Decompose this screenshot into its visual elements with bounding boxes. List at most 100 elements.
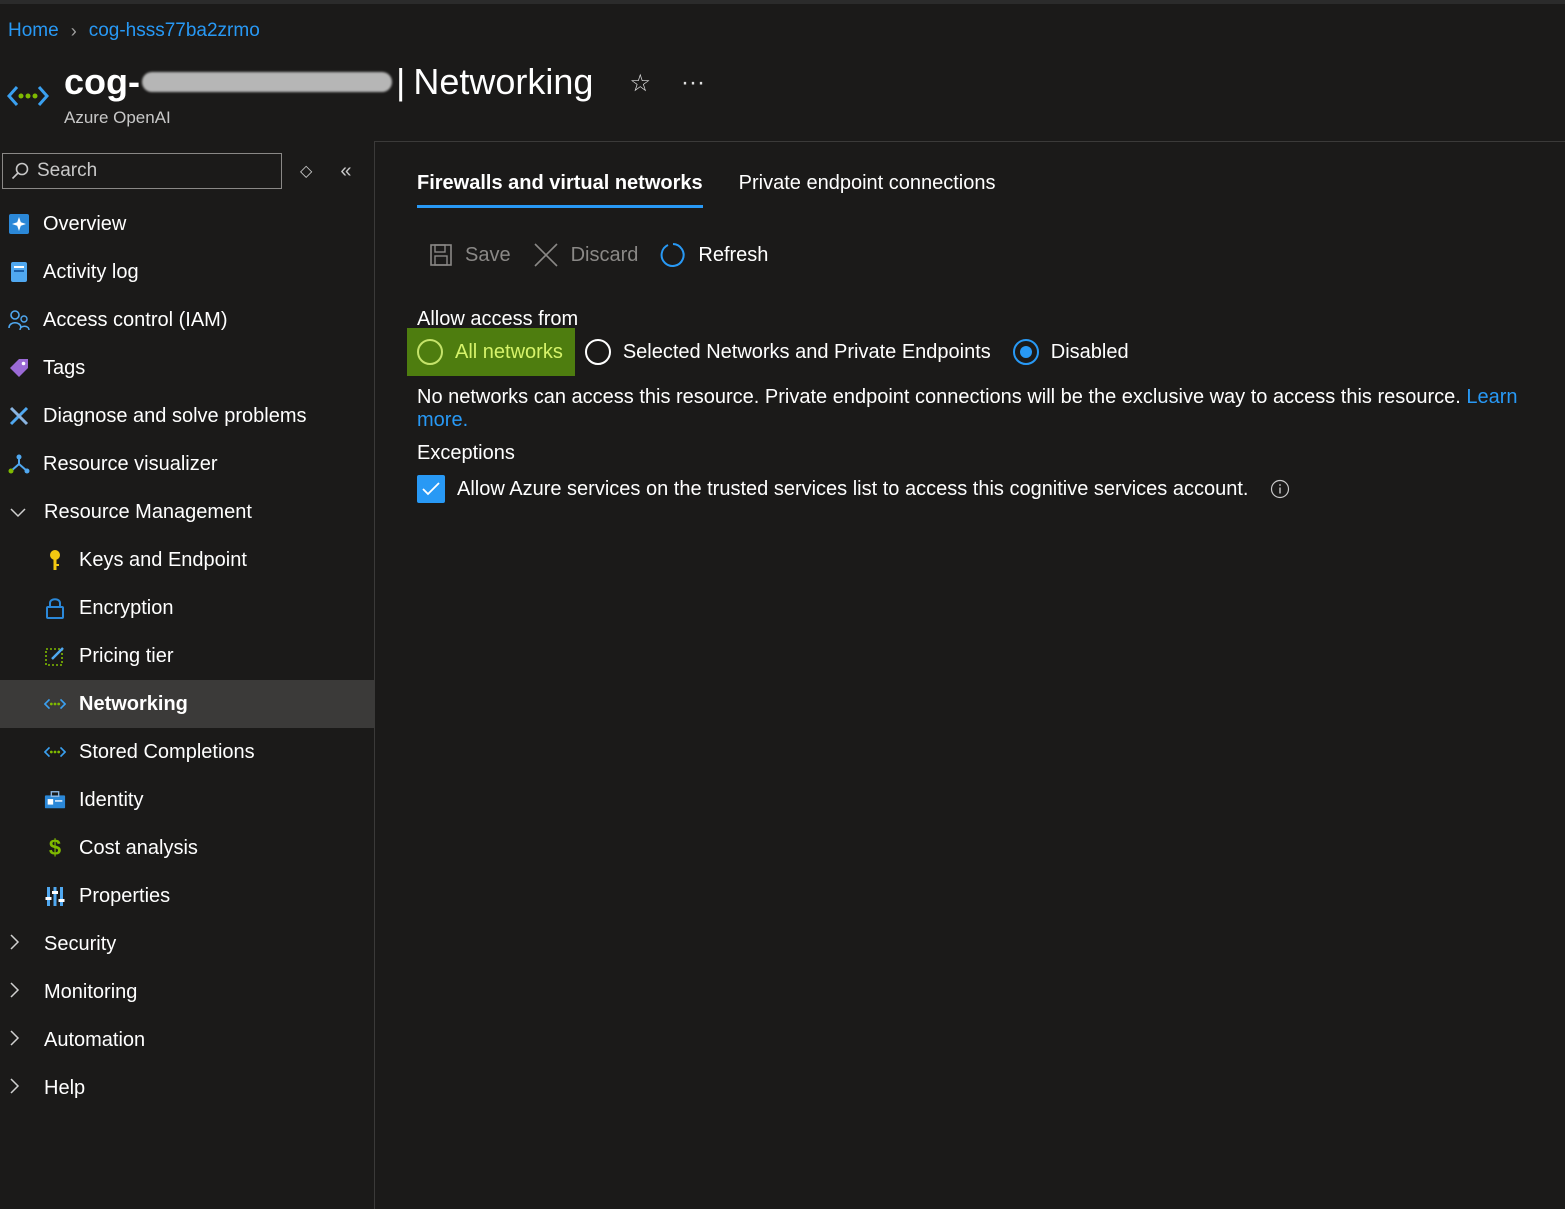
chevron-right-icon — [10, 981, 26, 1003]
sidebar-item-diagnose[interactable]: Diagnose and solve problems — [0, 392, 374, 440]
radio-disabled[interactable]: Disabled — [1003, 328, 1141, 376]
sidebar-item-cost-analysis[interactable]: $ Cost analysis — [0, 824, 374, 872]
sidebar-item-encryption[interactable]: Encryption — [0, 584, 374, 632]
sidebar-group-security[interactable]: Security — [0, 920, 374, 968]
radio-label: All networks — [455, 340, 563, 363]
sidebar-item-label: Activity log — [43, 260, 139, 283]
top-strip — [0, 0, 1565, 4]
sidebar-item-activity-log[interactable]: Activity log — [0, 248, 374, 296]
activity-log-icon — [8, 261, 30, 283]
sidebar-item-networking[interactable]: Networking — [0, 680, 374, 728]
sidebar-item-overview[interactable]: Overview — [0, 200, 374, 248]
sidebar-item-label: Tags — [43, 356, 86, 379]
radio-all-networks[interactable]: All networks — [407, 328, 575, 376]
refresh-button[interactable]: Refresh — [660, 242, 768, 268]
radio-circle[interactable] — [417, 339, 443, 365]
sidebar-item-access-control[interactable]: Access control (IAM) — [0, 296, 374, 344]
sidebar-item-label: Encryption — [79, 596, 174, 619]
sidebar: ◇ « Overview Activity log Access control… — [0, 140, 374, 1209]
save-button[interactable]: Save — [429, 243, 511, 267]
key-icon — [44, 549, 66, 571]
search-icon — [11, 162, 29, 180]
sidebar-item-label: Resource visualizer — [43, 452, 218, 475]
networking-icon — [44, 741, 66, 763]
page-header: cog- | Networking ☆ ··· Azure OpenAI — [6, 60, 705, 130]
sidebar-item-label: Properties — [79, 884, 171, 907]
tab-firewalls[interactable]: Firewalls and virtual networks — [417, 172, 703, 208]
refresh-label: Refresh — [698, 243, 769, 266]
radio-circle[interactable] — [1012, 339, 1039, 365]
sidebar-item-identity[interactable]: Identity — [0, 776, 374, 824]
chevron-down-icon — [10, 502, 26, 523]
cost-icon: $ — [48, 835, 62, 860]
info-icon[interactable] — [1270, 479, 1290, 499]
networking-icon — [6, 86, 50, 106]
checkmark-icon — [422, 482, 440, 496]
sidebar-item-label: Networking — [79, 692, 188, 715]
redacted-name — [142, 72, 392, 92]
iam-icon — [8, 309, 30, 331]
ellipsis-icon[interactable]: ··· — [681, 69, 705, 97]
page-title: Networking — [413, 61, 594, 102]
chevron-right-icon — [10, 933, 26, 955]
toolbar: Save Discard Refresh — [429, 242, 790, 268]
sidebar-item-resource-visualizer[interactable]: Resource visualizer — [0, 440, 374, 488]
radio-label: Disabled — [1050, 340, 1129, 363]
sidebar-item-label: Diagnose and solve problems — [43, 404, 307, 427]
sidebar-group-help[interactable]: Help — [0, 1064, 374, 1112]
sidebar-item-pricing-tier[interactable]: Pricing tier — [0, 632, 374, 680]
collapse-sidebar-icon[interactable]: « — [340, 160, 351, 183]
lock-icon — [44, 597, 66, 619]
trusted-services-checkbox[interactable] — [417, 475, 445, 503]
overview-icon — [8, 213, 30, 235]
radio-selected-networks[interactable]: Selected Networks and Private Endpoints — [575, 328, 1003, 376]
save-label: Save — [465, 243, 511, 266]
sidebar-item-label: Resource Management — [44, 500, 252, 523]
sidebar-item-properties[interactable]: Properties — [0, 872, 374, 920]
page-title-prefix: cog- — [64, 61, 140, 102]
sidebar-group-resource-management[interactable]: Resource Management — [0, 488, 374, 536]
title-separator: | — [396, 61, 406, 102]
visualizer-icon — [8, 453, 30, 475]
description-text: No networks can access this resource. Pr… — [417, 386, 1461, 408]
expand-collapse-icon[interactable]: ◇ — [300, 161, 312, 181]
sidebar-item-stored-completions[interactable]: Stored Completions — [0, 728, 374, 776]
networking-icon — [44, 693, 66, 715]
properties-icon — [44, 885, 66, 907]
breadcrumb-home-link[interactable]: Home — [8, 20, 59, 42]
breadcrumb-resource-link[interactable]: cog-hsss77ba2zrmo — [89, 20, 260, 42]
search-box[interactable] — [2, 153, 282, 189]
search-input[interactable] — [37, 160, 267, 182]
exception-row: Allow Azure services on the trusted serv… — [417, 475, 1290, 503]
sidebar-item-label: Security — [44, 932, 117, 955]
sidebar-item-label: Monitoring — [44, 980, 138, 1003]
sidebar-item-label: Overview — [43, 212, 127, 235]
radio-circle[interactable] — [584, 339, 611, 365]
tab-private-endpoints[interactable]: Private endpoint connections — [739, 172, 996, 208]
main-panel: Firewalls and virtual networks Private e… — [374, 141, 1565, 1209]
sidebar-group-monitoring[interactable]: Monitoring — [0, 968, 374, 1016]
breadcrumb: Home › cog-hsss77ba2zrmo — [8, 20, 260, 42]
chevron-right-icon: › — [70, 20, 77, 41]
sidebar-item-label: Stored Completions — [79, 740, 255, 763]
star-icon[interactable]: ☆ — [629, 69, 651, 98]
sidebar-item-label: Cost analysis — [79, 836, 198, 859]
save-icon — [430, 244, 452, 266]
chevron-right-icon — [10, 1077, 26, 1099]
sidebar-item-keys-and-endpoint[interactable]: Keys and Endpoint — [0, 536, 374, 584]
access-description: No networks can access this resource. Pr… — [417, 386, 1565, 432]
sidebar-group-automation[interactable]: Automation — [0, 1016, 374, 1064]
close-icon — [534, 243, 558, 267]
sidebar-item-tags[interactable]: Tags — [0, 344, 374, 392]
tag-icon — [8, 357, 30, 379]
identity-icon — [44, 789, 66, 811]
sidebar-item-label: Identity — [79, 788, 144, 811]
wrench-icon — [8, 405, 30, 427]
sidebar-item-label: Keys and Endpoint — [79, 548, 247, 571]
access-radio-group: All networks Selected Networks and Priva… — [407, 328, 1141, 376]
tab-bar: Firewalls and virtual networks Private e… — [417, 172, 996, 208]
sidebar-item-label: Access control (IAM) — [43, 308, 228, 331]
discard-button[interactable]: Discard — [533, 242, 638, 268]
sidebar-item-label: Automation — [44, 1028, 146, 1051]
radio-label: Selected Networks and Private Endpoints — [622, 340, 991, 363]
